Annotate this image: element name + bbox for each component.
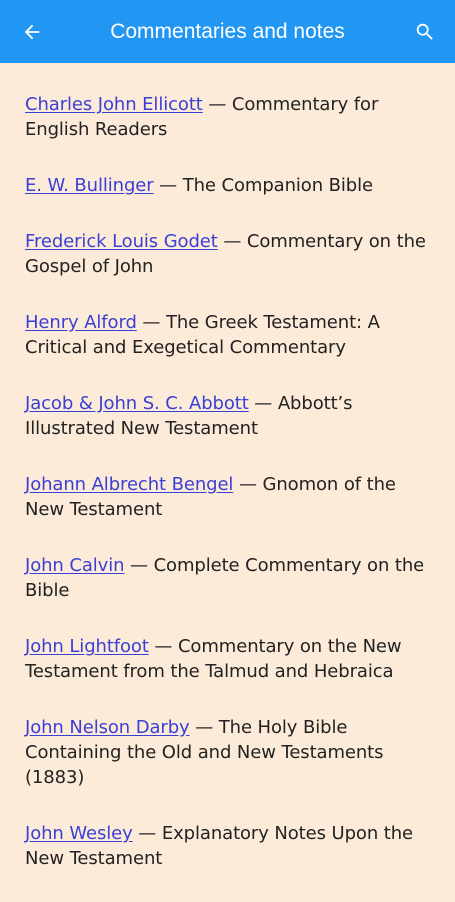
author-link[interactable]: Henry Alford (25, 312, 137, 333)
list-item: Jacob & John S. C. Abbott — Abbott’s Ill… (25, 391, 435, 441)
author-link[interactable]: John Wesley (25, 823, 133, 844)
separator: — (248, 393, 278, 414)
list-item: John Nelson Darby — The Holy Bible Conta… (25, 715, 435, 790)
separator: — (148, 636, 178, 657)
list-item: Henry Alford — The Greek Testament: A Cr… (25, 310, 435, 360)
list-item: Johann Albrecht Bengel — Gnomon of the N… (25, 472, 435, 522)
author-link[interactable]: E. W. Bullinger (25, 175, 154, 196)
list-item: John Lightfoot — Commentary on the New T… (25, 634, 435, 684)
separator: — (136, 312, 166, 333)
separator: — (233, 474, 263, 495)
author-link[interactable]: Johann Albrecht Bengel (25, 474, 233, 495)
commentaries-list: Charles John Ellicott — Commentary for E… (25, 92, 435, 902)
page-title: Commentaries and notes (110, 20, 345, 43)
separator: — (189, 717, 219, 738)
app-bar: Commentaries and notes (0, 0, 455, 63)
separator: — (153, 175, 183, 196)
work-title: The Companion Bible (182, 175, 373, 196)
list-item: Charles John Ellicott — Commentary for E… (25, 92, 435, 142)
author-link[interactable]: John Calvin (25, 555, 125, 576)
author-link[interactable]: Jacob & John S. C. Abbott (25, 393, 249, 414)
search-button[interactable] (407, 14, 443, 50)
author-link[interactable]: John Nelson Darby (25, 717, 190, 738)
separator: — (132, 823, 162, 844)
list-item: John Calvin — Complete Commentary on the… (25, 553, 435, 603)
author-link[interactable]: John Lightfoot (25, 636, 149, 657)
list-item: John Wesley — Explanatory Notes Upon the… (25, 821, 435, 871)
separator: — (202, 94, 232, 115)
author-link[interactable]: Charles John Ellicott (25, 94, 203, 115)
separator: — (124, 555, 154, 576)
search-icon (416, 23, 433, 40)
list-item: E. W. Bullinger — The Companion Bible (25, 173, 435, 198)
separator: — (217, 231, 247, 252)
author-link[interactable]: Frederick Louis Godet (25, 231, 218, 252)
list-item: Frederick Louis Godet — Commentary on th… (25, 229, 435, 279)
